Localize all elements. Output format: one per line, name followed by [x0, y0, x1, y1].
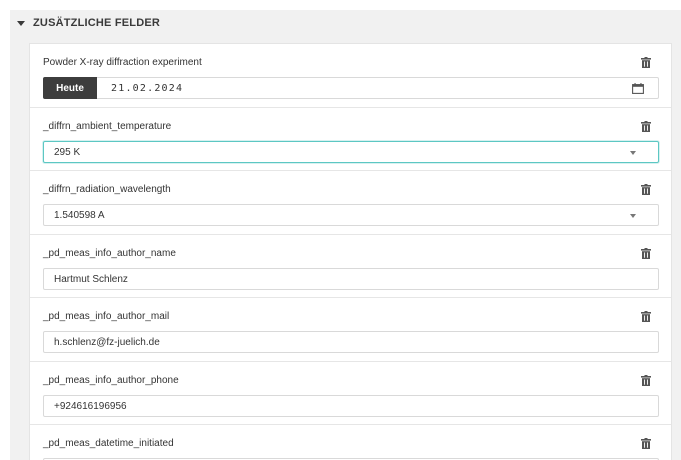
field-row-author-name: _pd_meas_info_author_name Hartmut Schlen… [30, 235, 671, 298]
author-phone-input[interactable]: +924616196956 [43, 395, 659, 417]
field-row-radiation-wavelength: _diffrn_radiation_wavelength 1.540598 A [30, 171, 671, 235]
temperature-select[interactable]: 295 K [43, 141, 659, 163]
calendar-icon[interactable] [632, 83, 644, 94]
field-label: _diffrn_ambient_temperature [43, 121, 172, 132]
panel-header-toggle[interactable]: ZUSÄTZLICHE FELDER [10, 10, 681, 36]
trash-icon[interactable] [641, 248, 651, 259]
author-name-input[interactable]: Hartmut Schlenz [43, 268, 659, 290]
author-mail-input[interactable]: h.schlenz@fz-juelich.de [43, 331, 659, 353]
trash-icon[interactable] [641, 311, 651, 322]
field-label: _pd_meas_info_author_mail [43, 311, 170, 322]
date-field[interactable]: Heute 21.02.2024 [43, 77, 659, 99]
field-row-author-mail: _pd_meas_info_author_mail h.schlenz@fz-j… [30, 298, 671, 362]
select-value: 1.540598 A [54, 209, 105, 221]
field-label: Powder X-ray diffraction experiment [43, 57, 202, 68]
trash-icon[interactable] [641, 438, 651, 449]
wavelength-select[interactable]: 1.540598 A [43, 204, 659, 226]
fields-card: Powder X-ray diffraction experiment Heut… [29, 43, 672, 460]
caret-down-icon [17, 20, 25, 26]
field-label: _pd_meas_info_author_name [43, 248, 176, 259]
today-button[interactable]: Heute [43, 77, 97, 99]
panel-title: ZUSÄTZLICHE FELDER [33, 17, 161, 29]
field-label: _pd_meas_info_author_phone [43, 375, 179, 386]
field-label: _diffrn_radiation_wavelength [43, 184, 171, 195]
field-row-datetime-initiated: _pd_meas_datetime_initiated [30, 425, 671, 460]
trash-icon[interactable] [641, 57, 651, 68]
field-row-ambient-temperature: _diffrn_ambient_temperature 295 K [30, 108, 671, 171]
chevron-down-icon [630, 214, 636, 218]
select-value: 295 K [54, 146, 81, 158]
trash-icon[interactable] [641, 184, 651, 195]
chevron-down-icon [630, 151, 636, 155]
date-value: 21.02.2024 [111, 83, 184, 94]
field-label: _pd_meas_datetime_initiated [43, 438, 174, 449]
field-row-author-phone: _pd_meas_info_author_phone +924616196956 [30, 362, 671, 425]
field-row-experiment-date: Powder X-ray diffraction experiment Heut… [30, 44, 671, 108]
trash-icon[interactable] [641, 121, 651, 132]
trash-icon[interactable] [641, 375, 651, 386]
